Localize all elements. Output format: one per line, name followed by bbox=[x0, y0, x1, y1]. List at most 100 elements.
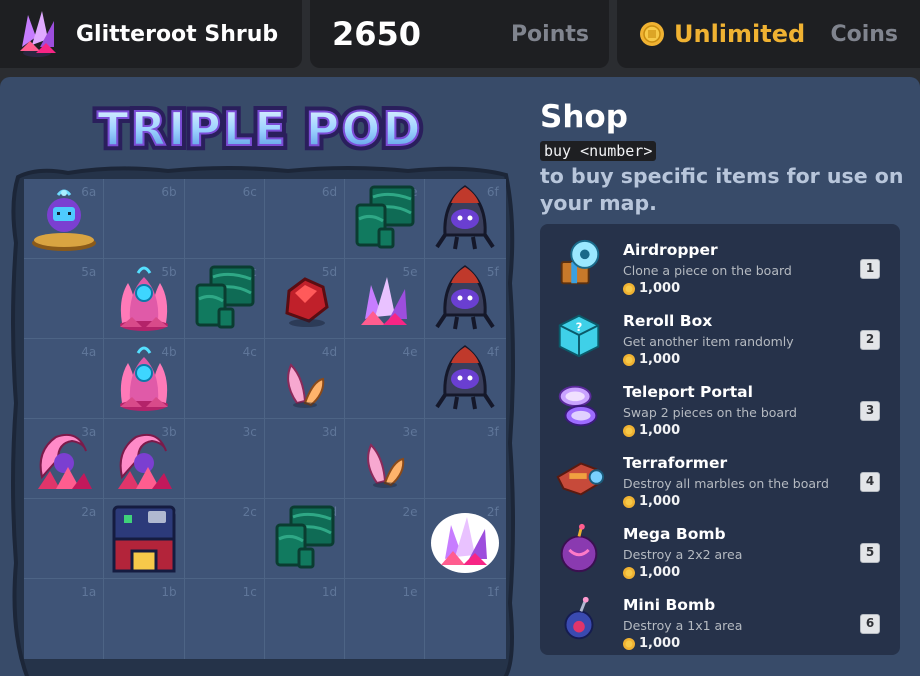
cell-label: 6d bbox=[321, 185, 338, 199]
shop-item-number-badge: 4 bbox=[860, 472, 880, 492]
board-cell-6e[interactable]: 6e bbox=[345, 179, 426, 259]
coin-icon bbox=[623, 496, 635, 508]
shop-item-number-badge: 6 bbox=[860, 614, 880, 634]
cell-label: 1d bbox=[321, 585, 338, 599]
cell-label: 6b bbox=[161, 185, 177, 199]
shop-item-name: Terraformer bbox=[623, 454, 728, 472]
coin-icon bbox=[623, 425, 635, 437]
board-cell-4c[interactable]: 4c bbox=[184, 339, 265, 419]
score-label: Points bbox=[510, 21, 589, 47]
crystal-bush-icon bbox=[118, 433, 173, 489]
shop-item-price: 1,000 bbox=[639, 281, 681, 296]
coin-icon bbox=[623, 567, 635, 579]
reroll-box-icon: ? bbox=[558, 314, 600, 358]
board-cell-6a[interactable]: 6a bbox=[24, 179, 105, 259]
shop-item-number-badge: 2 bbox=[860, 330, 880, 350]
shop-description: to buy specific items for use on your ma… bbox=[540, 164, 904, 215]
small-sprout-icon bbox=[367, 443, 405, 488]
shop-item-number-badge: 1 bbox=[860, 259, 880, 279]
shop-item[interactable]: Teleport Portal Swap 2 pieces on the boar… bbox=[540, 369, 900, 439]
small-sprout-icon bbox=[286, 363, 325, 408]
cell-label: 1c bbox=[242, 585, 257, 599]
board-cell-2c[interactable]: 2c bbox=[184, 499, 265, 579]
cell-label: 2a bbox=[81, 505, 97, 519]
shop-item[interactable]: Terraformer Destroy all marbles on the bo… bbox=[540, 440, 900, 510]
svg-text:?: ? bbox=[576, 320, 583, 334]
score-value: 2650 bbox=[332, 15, 422, 53]
board-cell-3f[interactable]: 3f bbox=[425, 419, 506, 499]
shop-item-price: 1,000 bbox=[639, 423, 681, 438]
rocket-pod-icon bbox=[435, 345, 496, 410]
board-cell-5e[interactable]: 5e bbox=[345, 259, 426, 339]
board-cell-2b[interactable]: 2b bbox=[104, 499, 185, 579]
board-cell-2f[interactable]: 2f bbox=[425, 499, 506, 579]
coin-icon bbox=[640, 22, 664, 46]
marble-tiles-icon bbox=[275, 505, 335, 569]
board-cell-2a[interactable]: 2a bbox=[24, 499, 105, 579]
board-cell-2d[interactable]: 2d bbox=[264, 499, 346, 579]
coin-icon bbox=[623, 638, 635, 650]
teleport-portal-icon bbox=[558, 385, 598, 427]
cell-label: 3f bbox=[486, 425, 499, 439]
score-panel: 2650 Points bbox=[310, 0, 609, 68]
board-cell-1d[interactable]: 1d bbox=[264, 579, 346, 659]
shop-item-name: Teleport Portal bbox=[623, 383, 753, 401]
board-cell-5f[interactable]: 5f bbox=[425, 259, 506, 339]
board-cell-6d[interactable]: 6d bbox=[264, 179, 346, 259]
cell-label: 6c bbox=[242, 185, 257, 199]
board-cell-6f[interactable]: 6f bbox=[425, 179, 506, 259]
crystal-fountain-icon bbox=[120, 346, 169, 411]
storage-house-icon bbox=[112, 505, 176, 573]
shop-item[interactable]: ? Reroll Box Get another item randomly 1,00… bbox=[540, 298, 900, 368]
board-cell-1a[interactable]: 1a bbox=[24, 579, 105, 659]
robot-pod-pedestal-icon bbox=[32, 189, 96, 251]
board-cell-6c[interactable]: 6c bbox=[184, 179, 265, 259]
cell-label: 4a bbox=[81, 345, 97, 359]
shop-item-name: Mini Bomb bbox=[623, 596, 716, 614]
cell-label: 1a bbox=[81, 585, 97, 599]
board-cell-5b[interactable]: 5b bbox=[104, 259, 185, 339]
board-cell-3b[interactable]: 3b bbox=[104, 419, 185, 499]
board-cell-4e[interactable]: 4e bbox=[345, 339, 426, 419]
shop-item-description: Get another item randomly bbox=[623, 334, 794, 349]
board-cell-1e[interactable]: 1e bbox=[345, 579, 426, 659]
board-cell-5d[interactable]: 5d bbox=[264, 259, 346, 339]
board-cell-3e[interactable]: 3e bbox=[345, 419, 426, 499]
cell-label: 1e bbox=[402, 585, 418, 599]
shop-item-description: Swap 2 pieces on the board bbox=[623, 405, 797, 420]
marble-tiles-icon bbox=[195, 265, 255, 329]
shop-item[interactable]: Mega Bomb Destroy a 2x2 area 1,000 5 bbox=[540, 511, 900, 581]
board-cell-2e[interactable]: 2e bbox=[345, 499, 426, 579]
cell-label: 4e bbox=[402, 345, 418, 359]
shop-item[interactable]: Mini Bomb Destroy a 1x1 area 1,000 6 bbox=[540, 582, 900, 652]
rocket-pod-icon bbox=[435, 185, 496, 250]
board-cell-1f[interactable]: 1f bbox=[425, 579, 506, 659]
coins-label: Coins bbox=[830, 21, 898, 47]
board-cell-3a[interactable]: 3a bbox=[24, 419, 105, 499]
board-cell-4f[interactable]: 4f bbox=[425, 339, 506, 419]
crystal-shrub-icon bbox=[361, 277, 408, 325]
board-cell-6b[interactable]: 6b bbox=[104, 179, 185, 259]
board-cell-3d[interactable]: 3d bbox=[264, 419, 346, 499]
player-panel: Glitteroot Shrub bbox=[0, 0, 302, 68]
shop-item[interactable]: Airdropper Clone a piece on the board 1,00… bbox=[540, 227, 900, 297]
cell-label: 1f bbox=[486, 585, 499, 599]
shop-item-description: Destroy a 2x2 area bbox=[623, 547, 743, 562]
board-cell-4b[interactable]: 4b bbox=[104, 339, 185, 419]
board-cell-4d[interactable]: 4d bbox=[264, 339, 346, 419]
board-cell-3c[interactable]: 3c bbox=[184, 419, 265, 499]
crystal-shrub-selected-icon bbox=[431, 513, 500, 573]
cell-label: 5a bbox=[81, 265, 97, 279]
marble-tiles-icon bbox=[355, 185, 415, 249]
shop-item-name: Mega Bomb bbox=[623, 525, 726, 543]
board-cell-5c[interactable]: 5c bbox=[184, 259, 265, 339]
mini-bomb-icon bbox=[564, 596, 594, 640]
board-cell-1c[interactable]: 1c bbox=[184, 579, 265, 659]
game-board: 6a 6b 6c 6d 6e6f 5a 5b5c5d5e5f 4a 4b 4c 4d 4e 4f 3a3b… bbox=[8, 163, 516, 676]
shop-list: Airdropper Clone a piece on the board 1,00… bbox=[540, 224, 900, 655]
crystal-shrub-avatar-icon bbox=[20, 11, 56, 57]
board-cell-5a[interactable]: 5a bbox=[24, 259, 105, 339]
board-cell-1b[interactable]: 1b bbox=[104, 579, 185, 659]
crystal-bush-icon bbox=[38, 433, 92, 489]
board-cell-4a[interactable]: 4a bbox=[24, 339, 105, 419]
